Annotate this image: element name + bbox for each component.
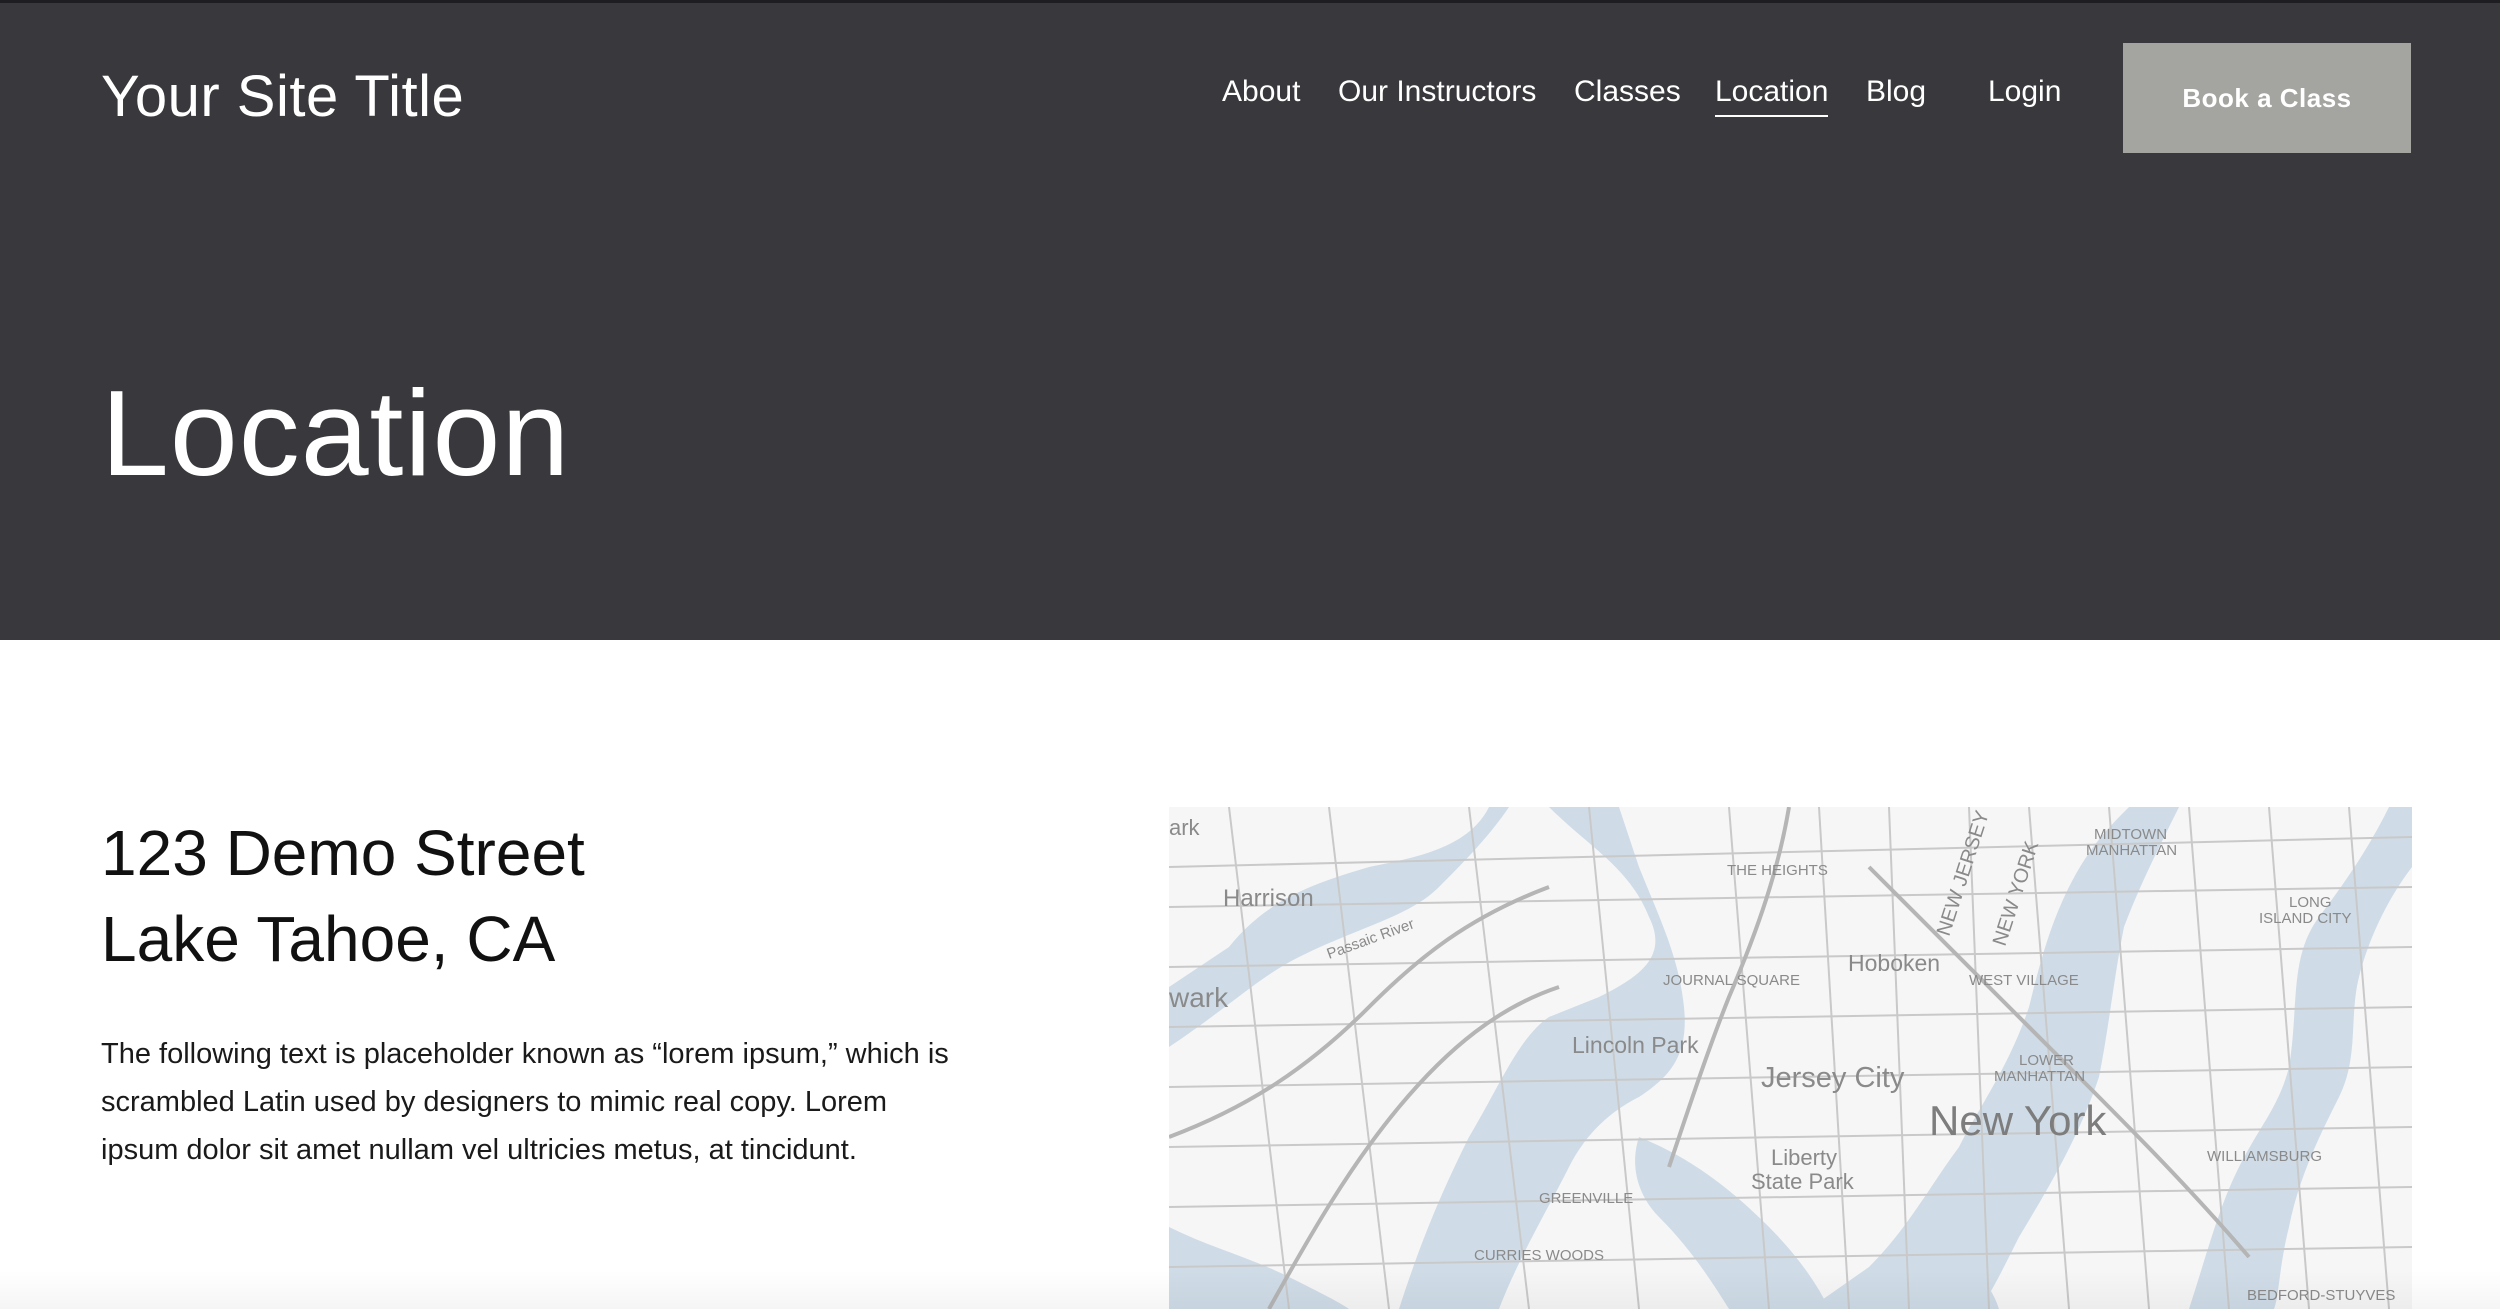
page-title: Location bbox=[101, 365, 571, 501]
map-label-liberty: Liberty bbox=[1771, 1145, 1837, 1170]
nav-classes[interactable]: Classes bbox=[1574, 75, 1681, 109]
map-label-harrison: Harrison bbox=[1223, 885, 1314, 912]
map-label-journal-square: JOURNAL SQUARE bbox=[1663, 972, 1800, 989]
nav-our-instructors[interactable]: Our Instructors bbox=[1338, 75, 1536, 109]
nav-blog[interactable]: Blog bbox=[1866, 75, 1926, 109]
map-label-long: LONG bbox=[2289, 894, 2332, 911]
map-label-williamsburg: WILLIAMSBURG bbox=[2207, 1148, 2322, 1165]
site-title[interactable]: Your Site Title bbox=[101, 63, 464, 130]
map-label-new-york: New York bbox=[1929, 1097, 2107, 1144]
map-label-lower-manhattan: MANHATTAN bbox=[1994, 1068, 2085, 1085]
location-description: The following text is placeholder known … bbox=[101, 1038, 949, 1166]
map-label-island-city: ISLAND CITY bbox=[2259, 910, 2352, 927]
nav-location[interactable]: Location bbox=[1715, 75, 1829, 117]
map-canvas[interactable]: ark Harrison Passaic River wark THE HEIG… bbox=[1169, 807, 2412, 1309]
map-label-manhattan: MANHATTAN bbox=[2086, 842, 2177, 859]
location-map[interactable]: ark Harrison Passaic River wark THE HEIG… bbox=[1169, 807, 2412, 1309]
map-label-ark: ark bbox=[1169, 815, 1201, 840]
map-label-midtown: MIDTOWN bbox=[2094, 826, 2167, 843]
map-label-lincoln-park: Lincoln Park bbox=[1572, 1032, 1699, 1058]
map-label-hoboken: Hoboken bbox=[1848, 950, 1940, 976]
map-label-curries-woods: CURRIES WOODS bbox=[1474, 1247, 1604, 1264]
map-label-state-park: State Park bbox=[1751, 1169, 1855, 1194]
login-link[interactable]: Login bbox=[1988, 75, 2061, 109]
map-label-bedford-stuyves: BEDFORD-STUYVES bbox=[2247, 1287, 2395, 1304]
map-label-the-heights: THE HEIGHTS bbox=[1727, 862, 1828, 879]
map-label-west-village: WEST VILLAGE bbox=[1969, 972, 2079, 989]
address-street: 123 Demo Street bbox=[101, 817, 585, 889]
book-class-button[interactable]: Book a Class bbox=[2123, 43, 2411, 153]
map-label-lower: LOWER bbox=[2019, 1052, 2074, 1069]
nav-about[interactable]: About bbox=[1222, 75, 1300, 109]
hero-section: Your Site Title About Our Instructors Cl… bbox=[0, 0, 2500, 640]
map-label-wark: wark bbox=[1169, 982, 1229, 1013]
map-label-greenville: GREENVILLE bbox=[1539, 1190, 1633, 1207]
map-label-jersey-city: Jersey City bbox=[1761, 1062, 1905, 1094]
address-block: 123 Demo Street Lake Tahoe, CA bbox=[101, 810, 585, 982]
address-city: Lake Tahoe, CA bbox=[101, 903, 556, 975]
